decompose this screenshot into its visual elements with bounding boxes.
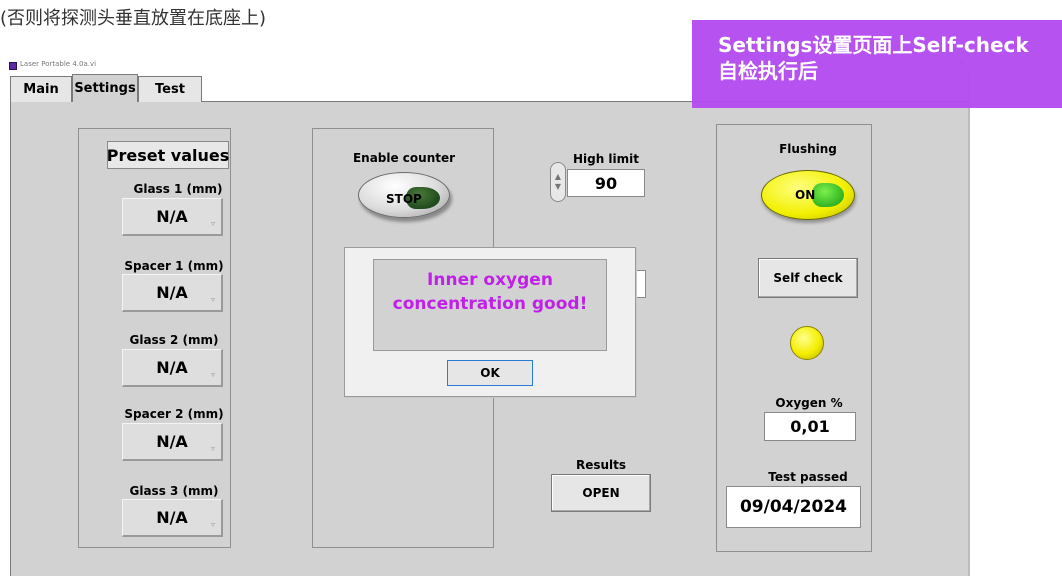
status-led-indicator — [790, 326, 824, 360]
ring-arrow-icon: ▿ — [210, 370, 215, 379]
spacer-1-ring[interactable]: N/A ▿ — [122, 274, 223, 312]
ring-arrow-icon: ▿ — [210, 520, 215, 529]
preset-values-title: Preset values — [107, 141, 229, 169]
enable-counter-label: Enable counter — [352, 151, 456, 165]
tab-settings[interactable]: Settings — [72, 74, 138, 102]
glass-2-value: N/A — [156, 358, 188, 377]
oxygen-value: 0,01 — [764, 412, 856, 441]
glass-2-label: Glass 2 (mm) — [129, 333, 219, 347]
annotation-banner: Settings设置页面上Self-check自检执行后 — [692, 20, 1062, 108]
spacer-1-label: Spacer 1 (mm) — [124, 259, 224, 273]
spacer-2-label: Spacer 2 (mm) — [124, 407, 224, 421]
ring-arrow-icon: ▿ — [210, 219, 215, 228]
decrement-icon[interactable]: ▼ — [555, 182, 561, 192]
flushing-state: ON — [795, 188, 816, 202]
high-limit-label: High limit — [572, 152, 640, 166]
test-passed-label: Test passed — [768, 470, 848, 484]
glass-3-value: N/A — [156, 508, 188, 527]
ring-arrow-icon: ▿ — [210, 295, 215, 304]
test-passed-date: 09/04/2024 — [726, 486, 861, 528]
glass-3-label: Glass 3 (mm) — [129, 484, 219, 498]
dialog-message: Inner oxygen concentration good! — [373, 259, 607, 351]
enable-counter-state: STOP — [386, 192, 422, 206]
glass-1-ring[interactable]: N/A ▿ — [122, 198, 223, 236]
flushing-label: Flushing — [779, 142, 837, 156]
results-label: Results — [575, 458, 627, 472]
oxygen-label: Oxygen % — [775, 396, 843, 410]
spacer-1-value: N/A — [156, 283, 188, 302]
tab-main[interactable]: Main — [10, 76, 72, 102]
glass-2-ring[interactable]: N/A ▿ — [122, 349, 223, 387]
tab-test[interactable]: Test — [138, 76, 202, 102]
high-limit-input[interactable]: 90 — [567, 169, 645, 197]
glass-3-ring[interactable]: N/A ▿ — [122, 499, 223, 537]
spacer-2-ring[interactable]: N/A ▿ — [122, 423, 223, 461]
glass-1-value: N/A — [156, 207, 188, 226]
ring-arrow-icon: ▿ — [210, 444, 215, 453]
window-title: Laser Portable 4.0a.vi — [20, 60, 97, 68]
results-open-button[interactable]: OPEN — [551, 474, 651, 512]
app-icon — [9, 62, 17, 70]
window-titlebar — [8, 58, 688, 74]
spacer-2-value: N/A — [156, 432, 188, 451]
page-caption: (否则将探测头垂直放置在底座上) — [0, 8, 267, 29]
toggle-indicator-icon — [812, 183, 844, 207]
self-check-button[interactable]: Self check — [758, 258, 858, 298]
increment-icon[interactable]: ▲ — [555, 172, 561, 182]
dialog-ok-button[interactable]: OK — [447, 360, 533, 386]
high-limit-spinner[interactable]: ▲ ▼ — [550, 162, 566, 202]
glass-1-label: Glass 1 (mm) — [133, 182, 223, 196]
